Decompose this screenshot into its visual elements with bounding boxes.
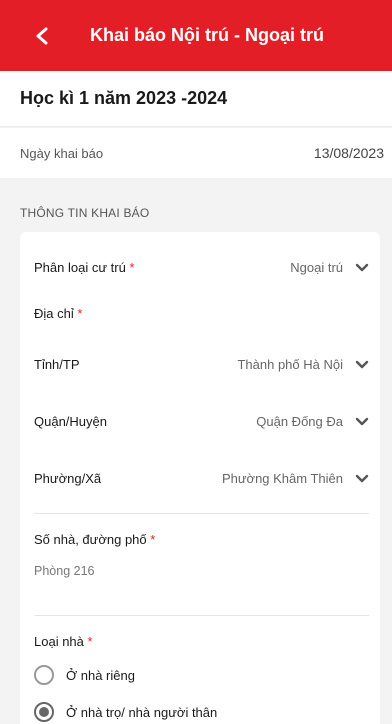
residence-type-label: Phân loại cư trú * [34,260,135,275]
ward-select[interactable]: Phường/Xã Phường Khâm Thiên [34,471,369,486]
province-select[interactable]: Tỉnh/TP Thành phố Hà Nội [34,357,369,372]
residence-type-value: Ngoại trú [290,260,343,275]
district-label: Quận/Huyện [34,414,107,429]
chevron-down-icon [355,474,369,482]
semester-header: Học kì 1 năm 2023 -2024 [0,71,392,127]
house-type-option-rental[interactable]: Ở nhà trọ/ nhà người thân [34,702,217,722]
divider [34,615,369,616]
radio-button[interactable] [34,665,54,685]
residence-type-select[interactable]: Phân loại cư trú * Ngoại trú [34,260,369,275]
back-button[interactable] [30,24,54,48]
province-label: Tỉnh/TP [34,357,80,372]
street-label: Số nhà, đường phố * [34,532,156,547]
house-type-option-own[interactable]: Ở nhà riêng [34,665,135,685]
chevron-down-icon [355,360,369,368]
house-type-label: Loại nhà * [34,634,93,649]
chevron-down-icon [355,417,369,425]
chevron-down-icon [355,263,369,271]
street-input[interactable]: Phòng 216 [34,564,94,578]
declaration-date-value: 13/08/2023 [313,145,384,161]
district-value: Quận Đống Đa [256,414,343,429]
app-header: Khai báo Nội trú - Ngoại trú [0,0,392,71]
chevron-left-icon [36,27,48,45]
declaration-form-card: Phân loại cư trú * Ngoại trú Địa chỉ * T… [20,232,380,724]
radio-button-selected[interactable] [34,702,54,722]
ward-value: Phường Khâm Thiên [221,471,343,486]
address-label: Địa chỉ * [34,306,83,321]
house-type-option-label: Ở nhà trọ/ nhà người thân [66,704,218,720]
divider [34,513,369,514]
ward-label: Phường/Xã [34,471,102,486]
declaration-date-row: Ngày khai báo 13/08/2023 [0,128,392,178]
section-title: THÔNG TIN KHAI BÁO [20,206,150,220]
district-select[interactable]: Quận/Huyện Quận Đống Đa [34,414,369,429]
semester-title: Học kì 1 năm 2023 -2024 [20,88,228,108]
house-type-option-label: Ở nhà riêng [66,667,135,683]
declaration-date-label: Ngày khai báo [20,145,104,161]
page-title: Khai báo Nội trú - Ngoại trú [90,25,324,45]
province-value: Thành phố Hà Nội [237,357,343,372]
